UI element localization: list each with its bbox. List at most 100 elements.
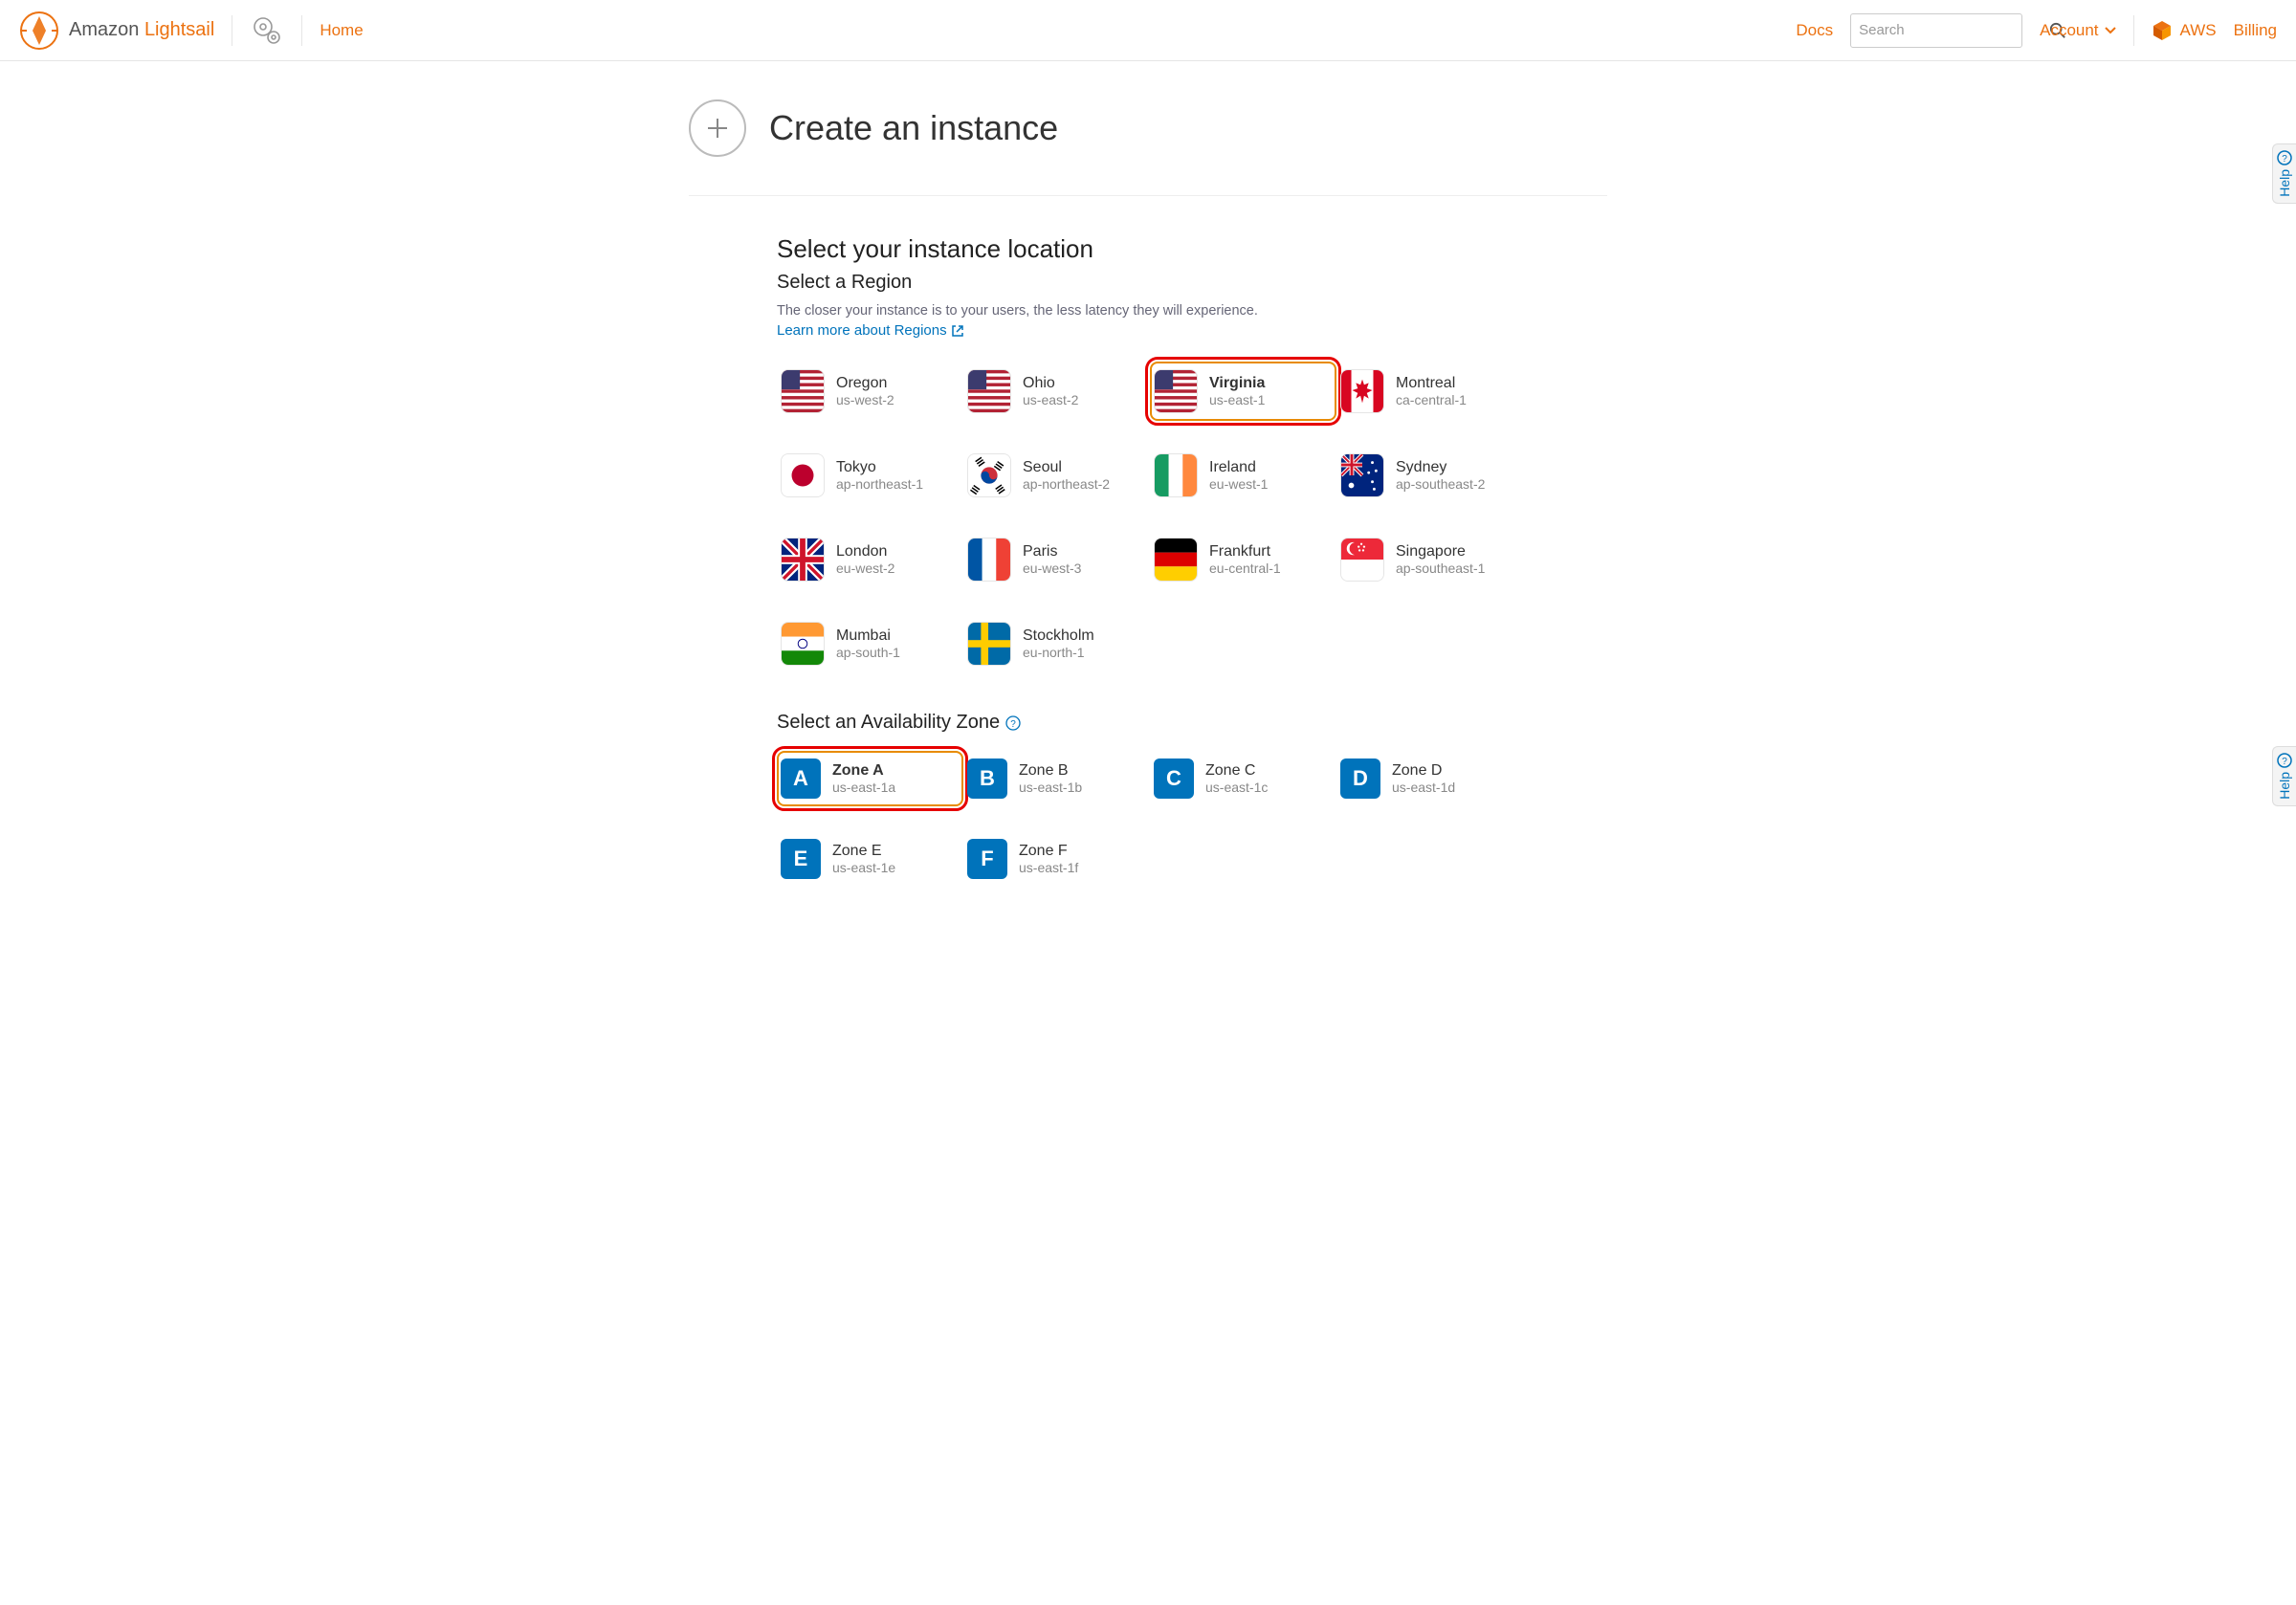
location-heading: Select your instance location [777, 234, 1607, 264]
az-code: us-east-1e [832, 860, 895, 875]
region-name: Mumbai [836, 627, 900, 645]
lightsail-logo-icon [19, 11, 59, 51]
brand-suffix: Lightsail [144, 19, 214, 40]
region-name: Ohio [1023, 375, 1078, 392]
page-title: Create an instance [769, 108, 1058, 148]
learn-regions-label: Learn more about Regions [777, 322, 947, 339]
settings-button[interactable] [250, 13, 284, 48]
nav-account[interactable]: Account [2040, 21, 2115, 40]
chevron-down-icon [2105, 25, 2116, 36]
region-name: Singapore [1396, 543, 1485, 561]
az-code: us-east-1a [832, 780, 895, 795]
az-badge: E [781, 839, 821, 879]
nav-home[interactable]: Home [320, 21, 363, 40]
region-code: eu-west-3 [1023, 561, 1081, 576]
region-code: eu-west-1 [1209, 476, 1268, 492]
help-tab[interactable]: ? Help [2272, 746, 2296, 806]
az-badge: F [967, 839, 1007, 879]
region-name: Frankfurt [1209, 543, 1281, 561]
az-card-us-east-1e[interactable]: E Zone Eus-east-1e [777, 831, 963, 887]
az-heading-row: Select an Availability Zone ? [777, 712, 1607, 734]
flag-icon-sg [1340, 538, 1384, 582]
az-badge: A [781, 759, 821, 799]
aws-cube-icon [2152, 20, 2173, 41]
external-link-icon [951, 324, 964, 338]
nav-aws[interactable]: AWS [2152, 20, 2217, 41]
az-card-us-east-1f[interactable]: FZone Fus-east-1f [963, 831, 1150, 887]
region-card-us-east-1[interactable]: Virginiaus-east-1 [1150, 362, 1336, 421]
region-name: Tokyo [836, 459, 923, 476]
nav-billing[interactable]: Billing [2234, 21, 2277, 40]
az-card-us-east-1c[interactable]: CZone Cus-east-1c [1150, 751, 1336, 806]
info-icon[interactable]: ? [1005, 715, 1021, 731]
flag-icon-uk [781, 538, 825, 582]
brand-prefix: Amazon [69, 19, 144, 40]
flag-icon-kr [967, 453, 1011, 497]
region-name: Seoul [1023, 459, 1110, 476]
help-icon: ? [2277, 150, 2292, 165]
search-box[interactable] [1850, 13, 2022, 48]
az-name: Zone B [1019, 762, 1082, 780]
help-label: Help [2277, 772, 2292, 800]
search-input[interactable] [1859, 22, 2049, 38]
region-code: us-east-2 [1023, 392, 1078, 407]
region-card-eu-west-2[interactable]: Londoneu-west-2 [777, 530, 963, 589]
az-card-us-east-1a[interactable]: AZone Aus-east-1a [777, 751, 963, 806]
az-code: us-east-1c [1205, 780, 1268, 795]
region-code: ap-northeast-2 [1023, 476, 1110, 492]
az-code: us-east-1f [1019, 860, 1078, 875]
az-card-us-east-1d[interactable]: D Zone Dus-east-1d [1336, 751, 1523, 806]
flag-icon-in [781, 622, 825, 666]
nav-docs[interactable]: Docs [1796, 21, 1833, 40]
az-code: us-east-1d [1392, 780, 1455, 795]
brand-link[interactable]: Amazon Lightsail [19, 11, 214, 51]
region-card-eu-west-1[interactable]: Irelandeu-west-1 [1150, 446, 1336, 505]
flag-icon-au [1340, 453, 1384, 497]
region-code: us-east-1 [1209, 392, 1265, 407]
page-header: Create an instance [689, 99, 1607, 196]
nav-account-label: Account [2040, 21, 2098, 40]
region-name: Montreal [1396, 375, 1467, 392]
flag-icon-us [1154, 369, 1198, 413]
flag-icon-jp [781, 453, 825, 497]
region-heading: Select a Region [777, 272, 1607, 294]
az-badge: D [1340, 759, 1380, 799]
az-badge: C [1154, 759, 1194, 799]
help-icon: ? [2277, 753, 2292, 768]
region-card-ap-northeast-1[interactable]: Tokyoap-northeast-1 [777, 446, 963, 505]
region-code: ap-northeast-1 [836, 476, 923, 492]
region-card-ap-southeast-1[interactable]: Singaporeap-southeast-1 [1336, 530, 1523, 589]
az-card-us-east-1b[interactable]: BZone Bus-east-1b [963, 751, 1150, 806]
region-name: Ireland [1209, 459, 1268, 476]
region-name: Sydney [1396, 459, 1485, 476]
region-card-ap-southeast-2[interactable]: Sydneyap-southeast-2 [1336, 446, 1523, 505]
create-icon [689, 99, 746, 157]
brand-text: Amazon Lightsail [69, 19, 214, 41]
region-card-eu-west-3[interactable]: Pariseu-west-3 [963, 530, 1150, 589]
flag-icon-de [1154, 538, 1198, 582]
region-name: Paris [1023, 543, 1081, 561]
az-grid: AZone Aus-east-1aBZone Bus-east-1bCZone … [777, 751, 1607, 887]
az-heading: Select an Availability Zone [777, 712, 1000, 734]
region-card-ca-central-1[interactable]: Montrealca-central-1 [1336, 362, 1523, 421]
region-hint: The closer your instance is to your user… [777, 303, 1607, 319]
region-name: Virginia [1209, 375, 1265, 392]
az-name: Zone E [832, 843, 895, 860]
help-tab[interactable]: ? Help [2272, 143, 2296, 204]
content: Select your instance location Select a R… [689, 234, 1607, 887]
region-code: ap-southeast-1 [1396, 561, 1485, 576]
flag-icon-se [967, 622, 1011, 666]
learn-regions-link[interactable]: Learn more about Regions [777, 322, 964, 339]
top-nav: Amazon Lightsail Home Docs Account [0, 0, 2296, 61]
region-code: ap-south-1 [836, 645, 900, 660]
region-name: London [836, 543, 894, 561]
region-card-us-east-2[interactable]: Ohious-east-2 [963, 362, 1150, 421]
region-card-eu-central-1[interactable]: Frankfurteu-central-1 [1150, 530, 1336, 589]
region-code: eu-north-1 [1023, 645, 1094, 660]
region-card-ap-south-1[interactable]: Mumbaiap-south-1 [777, 614, 963, 673]
region-card-ap-northeast-2[interactable]: Seoulap-northeast-2 [963, 446, 1150, 505]
region-card-us-west-2[interactable]: Oregonus-west-2 [777, 362, 963, 421]
region-card-eu-north-1[interactable]: Stockholmeu-north-1 [963, 614, 1150, 673]
nav-divider [2133, 15, 2134, 46]
az-name: Zone D [1392, 762, 1455, 780]
